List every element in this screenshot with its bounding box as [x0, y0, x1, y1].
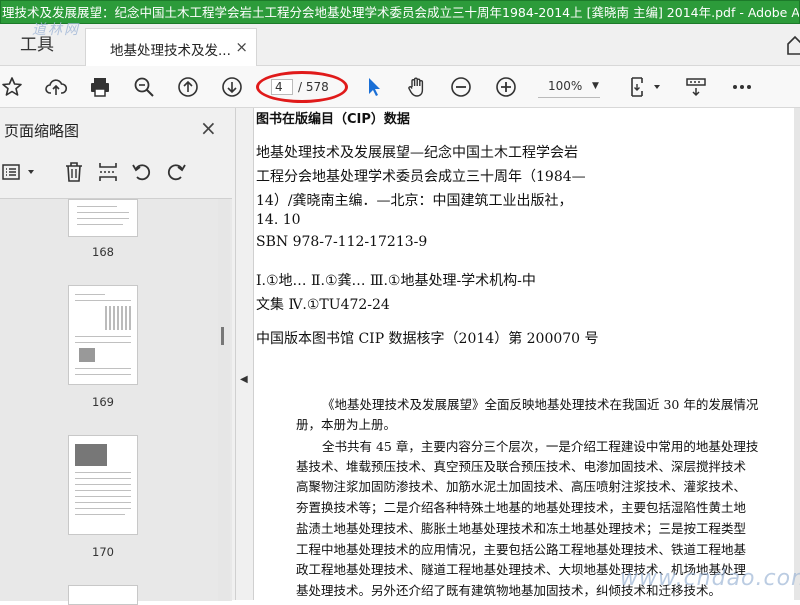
zoom-out-icon[interactable] — [449, 75, 473, 99]
fit-page-icon[interactable] — [628, 75, 662, 99]
body-line: 盐渍土地基处理技术、膨胀土地基处理技术和冻土地基处理技术；三是按工程类型 — [296, 521, 747, 536]
tab-document[interactable]: 地基处理技术及发... × — [85, 28, 257, 66]
body-line: 夯置换技术等；二是介绍各种特殊土地基的地基处理技术，主要包括湿陷性黄土地 — [296, 500, 747, 515]
more-icon[interactable] — [730, 75, 754, 99]
cip-line: Ⅰ.①地… Ⅱ.①龚… Ⅲ.①地基处理-学术机构-中 — [256, 273, 536, 289]
home-icon[interactable] — [786, 34, 800, 56]
pane-close-icon[interactable]: × — [200, 116, 217, 140]
body-line: 全书共有 45 章，主要内容分三个层次，一是介绍工程建设中常用的地基处理技 — [322, 439, 759, 454]
zoom-select[interactable]: 100% ▼ — [538, 77, 600, 98]
watermark-url: www.cndao.com — [620, 566, 800, 591]
cip-line: 工程分会地基处理学术委员会成立三十周年（1984— — [256, 169, 586, 185]
window-title-bar: 理技术及发展展望：纪念中国土木工程学会岩土工程分会地基处理学术委员会成立三十周年… — [0, 0, 800, 24]
zoom-value: 100% — [548, 79, 583, 93]
watermark-logo: 道林网 — [32, 22, 80, 38]
thumbnails-pane: 页面缩略图 × 168 169 170 — [0, 108, 236, 605]
print-icon[interactable] — [88, 75, 112, 99]
thumbnails-list: 168 169 170 — [0, 198, 232, 605]
thumbnail-label: 170 — [92, 545, 114, 559]
body-line: 《地基处理技术及发展展望》全面反映地基处理技术在我国近 30 年的发展情况 — [322, 397, 759, 412]
page-down-icon[interactable] — [220, 75, 244, 99]
thumbnail-page[interactable] — [68, 435, 138, 535]
tab-close-icon[interactable]: × — [235, 38, 248, 56]
cip-line: 文集 Ⅳ.①TU472-24 — [256, 297, 390, 313]
scrollbar-grip[interactable] — [221, 327, 224, 345]
document-view[interactable]: 图书在版编目（CIP）数据 地基处理技术及发展展望—纪念中国土木工程学会岩 工程… — [254, 108, 800, 600]
cip-line: 中国版本图书馆 CIP 数据核字（2014）第 200070 号 — [256, 331, 599, 347]
thumbnails-pane-title: 页面缩略图 — [4, 122, 80, 140]
select-arrow-icon[interactable] — [362, 75, 386, 99]
cip-line: 地基处理技术及发展展望—纪念中国土木工程学会岩 — [256, 145, 578, 161]
insert-page-icon[interactable] — [96, 160, 120, 184]
body-line: 工程中地基处理技术的应用情况，主要包括公路工程地基处理技术、铁道工程地基 — [296, 542, 747, 557]
page-up-icon[interactable] — [176, 75, 200, 99]
window-title: 理技术及发展展望：纪念中国土木工程学会岩土工程分会地基处理学术委员会成立三十周年… — [2, 5, 800, 20]
trash-icon[interactable] — [62, 160, 86, 184]
tab-document-label: 地基处理技术及发... — [110, 43, 231, 59]
bookmark-star-icon[interactable] — [0, 75, 24, 99]
main-toolbar: 4 / 578 100% ▼ — [0, 66, 800, 108]
pane-collapse-strip[interactable]: ◀ — [236, 108, 254, 600]
zoom-search-icon[interactable] — [132, 75, 156, 99]
body-line: 高聚物注浆加固防渗技术、加筋水泥土加固技术、高压喷射注浆技术、灌浆技术、 — [296, 479, 747, 494]
body-line: 基技术、堆载预压技术、真空预压及联合预压技术、电渗加固技术、深层搅拌技术 — [296, 459, 747, 474]
tab-row: 工具 道林网 地基处理技术及发... × — [0, 22, 800, 66]
thumbnail-page[interactable] — [68, 199, 138, 237]
keyboard-more-icon[interactable] — [684, 75, 708, 99]
cip-line: 14. 10 — [256, 212, 301, 228]
chevron-down-icon: ▼ — [592, 81, 599, 91]
thumbnail-label: 168 — [92, 245, 114, 259]
cip-title: 图书在版编目（CIP）数据 — [256, 112, 410, 127]
thumbnails-scrollbar[interactable] — [218, 199, 230, 601]
hand-icon[interactable] — [405, 75, 429, 99]
rotate-left-icon[interactable] — [130, 160, 154, 184]
page-number-highlight — [256, 71, 348, 103]
collapse-arrow-icon[interactable]: ◀ — [240, 374, 248, 385]
thumbnail-page[interactable] — [68, 585, 138, 605]
document-scrollbar[interactable] — [794, 108, 800, 600]
thumbnail-options-icon[interactable] — [0, 160, 40, 184]
zoom-in-icon[interactable] — [494, 75, 518, 99]
cloud-upload-icon[interactable] — [44, 75, 68, 99]
rotate-right-icon[interactable] — [164, 160, 188, 184]
thumbnail-label: 169 — [92, 395, 114, 409]
cip-line: 14）/龚晓南主编．—北京：中国建筑工业出版社， — [256, 193, 573, 209]
cip-line: SBN 978-7-112-17213-9 — [256, 234, 428, 250]
thumbnails-toolbar — [0, 154, 232, 194]
body-line: 册，本册为上册。 — [296, 417, 397, 432]
thumbnail-page[interactable] — [68, 285, 138, 385]
